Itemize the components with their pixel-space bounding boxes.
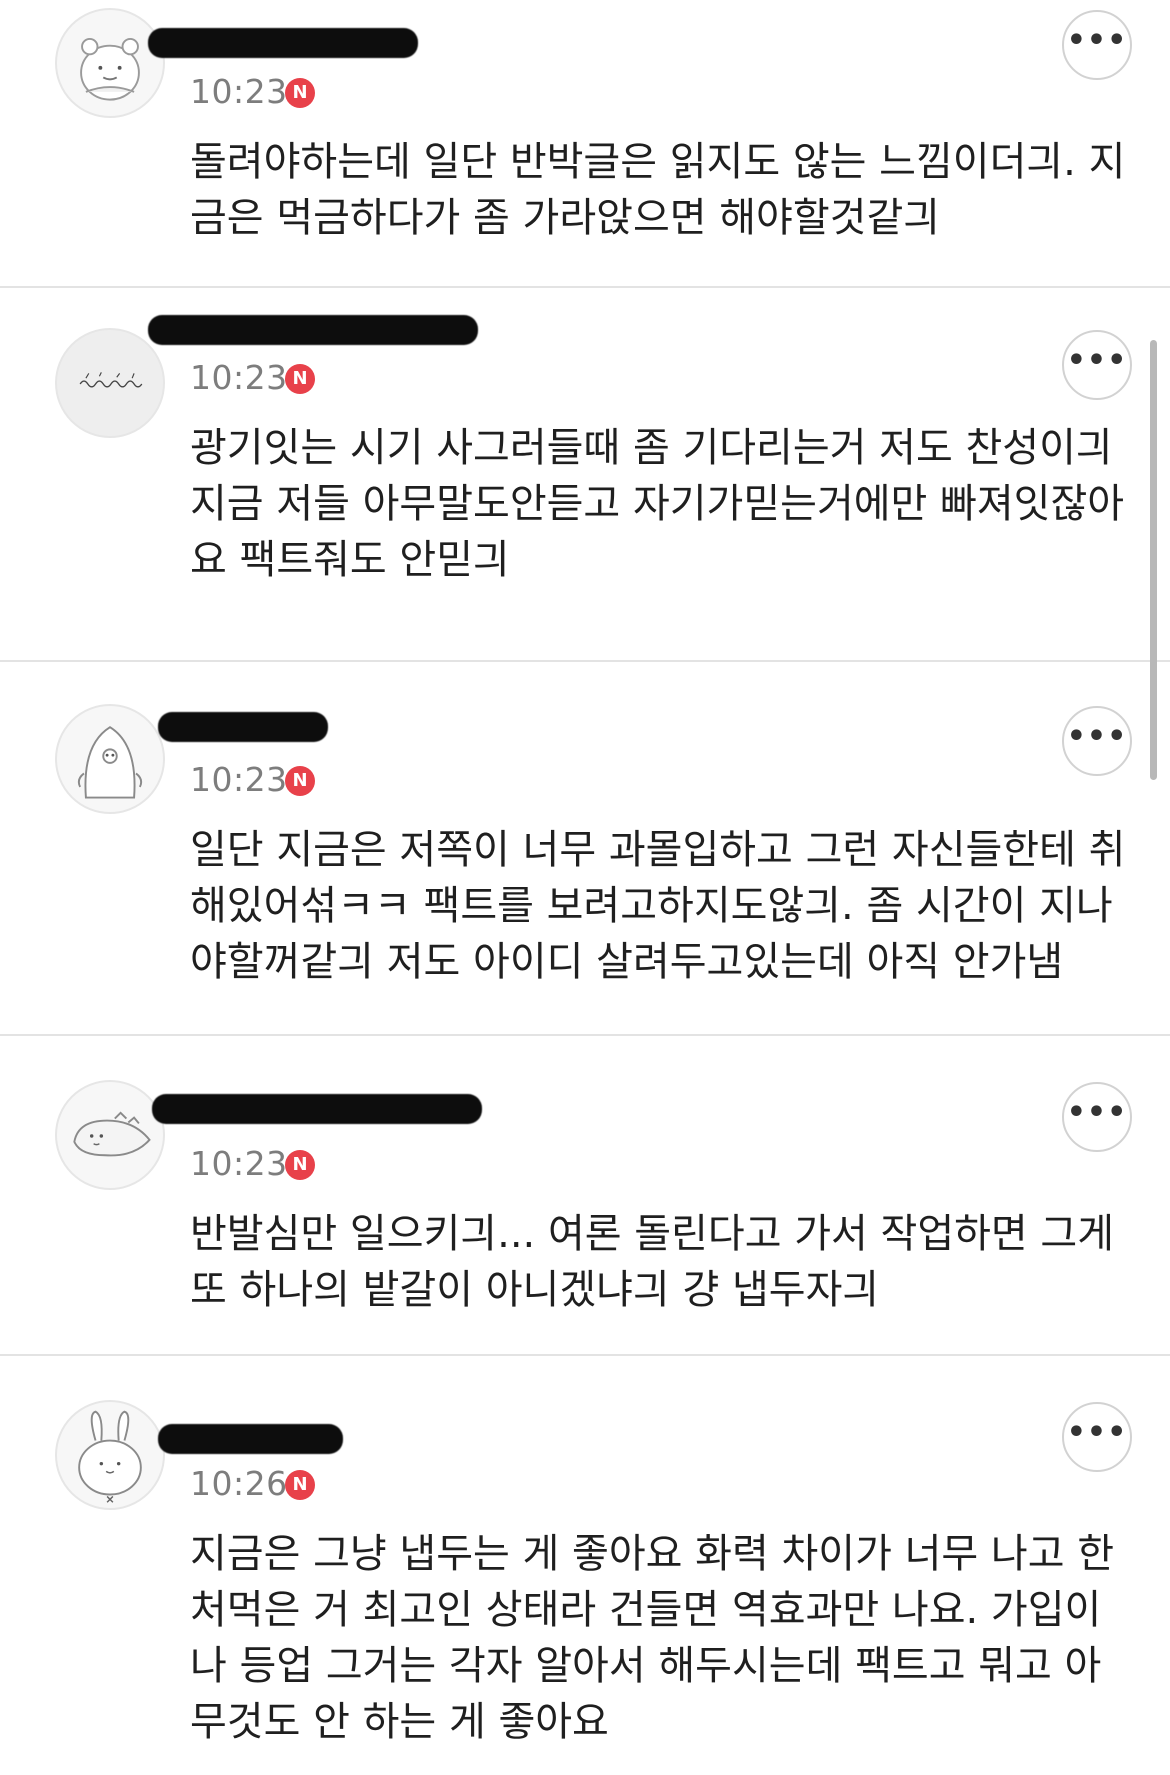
new-badge: N — [285, 1150, 315, 1180]
avatar[interactable] — [55, 8, 165, 118]
redacted-username — [148, 315, 478, 345]
comment-item: 10:23 N ••• 돌려야하는데 일단 반박글은 읽지도 않는 느낌이더긔.… — [0, 0, 1170, 288]
handwriting-avatar-icon — [79, 372, 143, 388]
redacted-username — [152, 1094, 482, 1124]
more-options-button[interactable]: ••• — [1062, 10, 1132, 80]
avatar[interactable] — [55, 704, 165, 814]
penguin-icon — [77, 726, 143, 799]
comment-item: 10:23 N ••• 일단 지금은 저쪽이 너무 과몰입하고 그런 자신들한테… — [0, 662, 1170, 1036]
hamster-icon — [80, 37, 140, 101]
comment-item: 10:26 N ••• 지금은 그냥 냅두는 게 좋아요 화력 차이가 너무 나… — [0, 1356, 1170, 1775]
avatar[interactable] — [55, 328, 165, 438]
comment-text: 일단 지금은 저쪽이 너무 과몰입하고 그런 자신들한테 취해있어섞ㅋㅋ 팩트를… — [190, 827, 1126, 985]
new-badge: N — [285, 364, 315, 394]
comment-text: 돌려야하는데 일단 반박글은 읽지도 않는 느낌이더긔. 지금은 먹금하다가 좀… — [190, 139, 1126, 241]
avatar[interactable] — [55, 1080, 165, 1190]
comment-text: 반발심만 일으키긔... 여론 돌린다고 가서 작업하면 그게 또 하나의 밭갈… — [190, 1211, 1115, 1313]
comment-time: 10:26 — [190, 1464, 288, 1503]
new-badge: N — [285, 1470, 315, 1500]
more-options-button[interactable]: ••• — [1062, 706, 1132, 776]
comment-item: 10:23 N ••• 광기잇는 시기 사그러들때 좀 기다리는거 저도 찬성이… — [0, 288, 1170, 662]
redacted-username — [158, 1424, 343, 1454]
comment-time: 10:23 — [190, 760, 288, 799]
scrollbar[interactable] — [1150, 340, 1157, 780]
more-options-button[interactable]: ••• — [1062, 1082, 1132, 1152]
comment-item: 10:23 N ••• 반발심만 일으키긔... 여론 돌린다고 가서 작업하면… — [0, 1036, 1170, 1356]
more-options-button[interactable]: ••• — [1062, 1402, 1132, 1472]
comment-text: 지금은 그냥 냅두는 게 좋아요 화력 차이가 너무 나고 한 처먹은 거 최고… — [190, 1531, 1115, 1745]
more-options-button[interactable]: ••• — [1062, 330, 1132, 400]
redacted-username — [158, 712, 328, 742]
comment-text: 광기잇는 시기 사그러들때 좀 기다리는거 저도 찬성이긔 지금 저들 아무말도… — [190, 425, 1125, 583]
new-badge: N — [285, 78, 315, 108]
redacted-username — [148, 28, 418, 58]
comment-time: 10:23 — [190, 1144, 288, 1183]
comment-time: 10:23 — [190, 72, 288, 111]
avatar[interactable] — [55, 1400, 165, 1510]
new-badge: N — [285, 766, 315, 796]
seal-icon — [73, 1111, 151, 1157]
rabbit-icon — [78, 1410, 142, 1503]
comment-time: 10:23 — [190, 358, 288, 397]
